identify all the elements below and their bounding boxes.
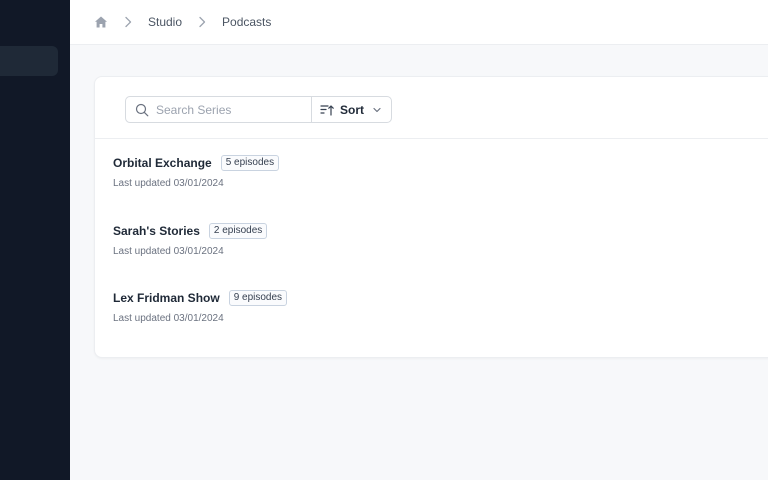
series-last-updated: Last updated 03/01/2024 — [113, 245, 224, 257]
app-root: Studio Podcasts Search Series Sort Orbit… — [0, 0, 768, 480]
series-item[interactable]: Lex Fridman Show 9 episodes Last updated… — [113, 290, 768, 358]
series-item[interactable]: Orbital Exchange 5 episodes Last updated… — [113, 155, 768, 223]
series-title[interactable]: Sarah's Stories — [113, 224, 200, 238]
chevron-right-icon — [195, 15, 209, 29]
chevron-right-icon — [121, 15, 135, 29]
sort-icon — [320, 104, 334, 116]
series-title-row: Lex Fridman Show 9 episodes — [113, 290, 768, 306]
divider — [95, 138, 768, 139]
breadcrumb: Studio Podcasts — [70, 0, 271, 44]
series-title-row: Orbital Exchange 5 episodes — [113, 155, 768, 171]
episode-count-badge: 5 episodes — [220, 155, 280, 171]
series-toolbar: Sort — [125, 96, 392, 123]
breadcrumb-podcasts[interactable]: Podcasts — [222, 15, 271, 29]
series-title-row: Sarah's Stories 2 episodes — [113, 222, 768, 239]
series-last-updated: Last updated 03/01/2024 — [113, 313, 224, 324]
breadcrumb-studio[interactable]: Studio — [148, 15, 182, 29]
series-card: Sort Orbital Exchange 5 episodes Last up… — [94, 76, 768, 358]
sidebar — [0, 0, 70, 480]
sort-button[interactable]: Sort — [311, 96, 392, 123]
search-box — [125, 96, 311, 123]
series-list: Orbital Exchange 5 episodes Last updated… — [113, 155, 768, 358]
sidebar-item-active[interactable] — [0, 46, 58, 76]
search-input[interactable] — [156, 102, 306, 117]
episode-count-badge: 9 episodes — [228, 290, 288, 306]
series-title[interactable]: Lex Fridman Show — [113, 291, 220, 305]
chevron-down-icon — [373, 107, 381, 112]
header: Studio Podcasts — [70, 0, 768, 45]
sort-label: Sort — [340, 102, 364, 117]
series-item[interactable]: Sarah's Stories 2 episodes Last updated … — [113, 222, 768, 291]
search-icon — [135, 103, 149, 116]
home-icon[interactable] — [94, 15, 108, 29]
series-last-updated: Last updated 03/01/2024 — [113, 178, 224, 189]
episode-count-badge: 2 episodes — [208, 222, 268, 239]
series-title[interactable]: Orbital Exchange — [113, 156, 212, 170]
